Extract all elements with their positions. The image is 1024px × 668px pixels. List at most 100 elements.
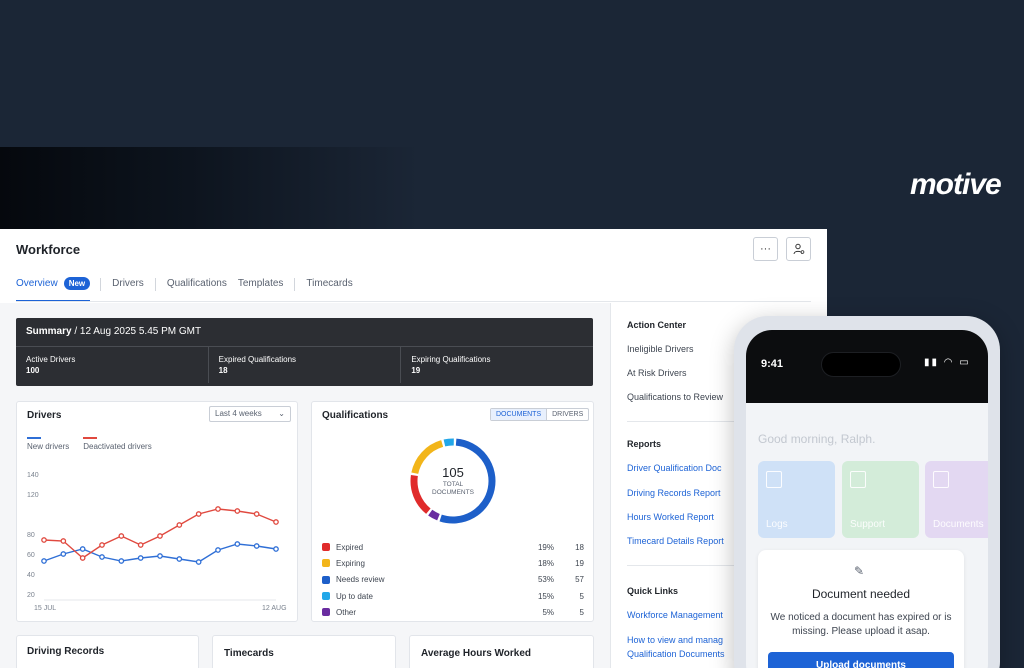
qualification-row[interactable]: Other 5% 5 xyxy=(322,604,584,620)
user-settings-button[interactable] xyxy=(786,237,811,261)
data-point[interactable] xyxy=(99,542,105,548)
summary-timestamp: / 12 Aug 2025 5.45 PM GMT xyxy=(71,326,202,337)
qualification-percent: 5% xyxy=(542,607,554,617)
tab-templates[interactable]: Templates xyxy=(238,278,284,302)
data-point[interactable] xyxy=(60,538,67,544)
tab-drivers[interactable]: Drivers xyxy=(112,278,144,302)
data-point[interactable] xyxy=(273,546,279,552)
report-driving-records[interactable]: Driving Records Report xyxy=(627,486,721,501)
tab-divider xyxy=(294,278,296,291)
document-needed-message: We noticed a document has expired or is … xyxy=(770,612,952,637)
donut-slice[interactable] xyxy=(428,509,440,521)
more-icon: ··· xyxy=(760,243,771,255)
data-point[interactable] xyxy=(118,533,125,539)
tab-overview[interactable]: Overview New xyxy=(16,277,91,302)
y-tick-label: 20 xyxy=(27,592,35,599)
data-point[interactable] xyxy=(41,558,47,564)
stat-expiring-qualifications[interactable]: Expiring Qualifications 19 xyxy=(401,347,593,383)
tile-documents[interactable]: Documents xyxy=(925,461,988,538)
data-point[interactable] xyxy=(60,551,67,557)
qualification-row[interactable]: Expired 19% 18 xyxy=(322,539,584,555)
donut-slice[interactable] xyxy=(443,438,454,447)
stat-value: 19 xyxy=(411,366,421,375)
link-how-to-view[interactable]: How to view and manag xyxy=(627,633,723,648)
data-point[interactable] xyxy=(234,508,241,514)
data-point[interactable] xyxy=(137,542,144,548)
qualification-status: Up to date xyxy=(336,591,373,601)
action-ineligible-drivers[interactable]: Ineligible Drivers xyxy=(627,344,694,354)
driving-records-title: Driving Records xyxy=(27,646,105,657)
phone-status-bar: 9:41 ▮▮ ◠ ▭ xyxy=(746,330,988,403)
driving-records-card[interactable]: Driving Records xyxy=(16,635,199,668)
toggle-documents[interactable]: DOCUMENTS xyxy=(491,409,548,420)
qualification-status: Expired xyxy=(336,542,364,552)
phone-greeting: Good morning, Ralph. xyxy=(758,432,876,446)
average-hours-card[interactable]: Average Hours Worked xyxy=(409,635,594,668)
tile-support[interactable]: Support xyxy=(842,461,919,538)
tile-logs[interactable]: Logs xyxy=(758,461,835,538)
data-point[interactable] xyxy=(79,546,86,552)
stat-value: 100 xyxy=(26,366,40,375)
donut-total-label: DOCUMENTS xyxy=(432,489,475,496)
stat-active-drivers[interactable]: Active Drivers 100 xyxy=(16,347,209,383)
data-point[interactable] xyxy=(195,559,202,565)
page-title: Workforce xyxy=(16,242,81,257)
tab-timecards[interactable]: Timecards xyxy=(306,278,352,302)
tab-qualifications[interactable]: Qualifications xyxy=(167,278,227,302)
data-point[interactable] xyxy=(118,558,125,564)
tab-divider xyxy=(100,278,102,291)
user-gear-icon xyxy=(793,243,804,255)
data-point[interactable] xyxy=(157,533,163,539)
upload-documents-button[interactable]: Upload documents xyxy=(768,652,954,668)
donut-slice[interactable] xyxy=(410,475,431,514)
motive-logo: motive xyxy=(910,168,1002,201)
average-hours-title: Average Hours Worked xyxy=(421,648,532,659)
link-workforce-management[interactable]: Workforce Management xyxy=(627,608,723,623)
qualification-status: Expiring xyxy=(336,558,365,568)
qualification-row[interactable]: Needs review 53% 57 xyxy=(322,572,584,588)
data-point[interactable] xyxy=(253,543,260,549)
x-tick-label: 15 JUL xyxy=(34,605,56,612)
data-point[interactable] xyxy=(41,537,47,543)
x-tick-label: 12 AUG xyxy=(262,605,287,612)
qualification-count: 18 xyxy=(575,542,584,552)
report-driver-qualification[interactable]: Driver Qualification Doc xyxy=(627,461,722,476)
link-qualification-documents[interactable]: Qualification Documents xyxy=(627,647,725,662)
data-point[interactable] xyxy=(253,511,260,517)
data-point[interactable] xyxy=(215,506,221,512)
data-point[interactable] xyxy=(137,555,144,561)
status-swatch xyxy=(322,592,330,601)
report-timecard-details[interactable]: Timecard Details Report xyxy=(627,534,724,549)
stat-expired-qualifications[interactable]: Expired Qualifications 18 xyxy=(209,347,402,383)
data-point[interactable] xyxy=(215,547,221,553)
qualification-percent: 53% xyxy=(537,575,554,585)
action-at-risk-drivers[interactable]: At Risk Drivers xyxy=(627,368,687,378)
data-point[interactable] xyxy=(195,511,202,517)
donut-slice[interactable] xyxy=(411,440,444,475)
data-point[interactable] xyxy=(234,541,241,547)
document-needed-card: ✎ Document needed We noticed a document … xyxy=(758,550,964,668)
data-point[interactable] xyxy=(176,522,183,528)
status-swatch xyxy=(322,575,330,584)
report-hours-worked[interactable]: Hours Worked Report xyxy=(627,510,714,525)
action-qualifications-review[interactable]: Qualifications to Review xyxy=(627,392,723,402)
signal-wifi-battery-icon: ▮▮ ◠ ▭ xyxy=(924,357,971,368)
qualification-count: 5 xyxy=(579,607,584,617)
qualification-row[interactable]: Expiring 18% 19 xyxy=(322,555,584,571)
logs-icon xyxy=(766,471,782,488)
tabs-divider xyxy=(16,301,811,302)
data-point[interactable] xyxy=(157,553,163,559)
timecards-card[interactable]: Timecards xyxy=(212,635,396,668)
tile-label: Documents xyxy=(933,519,984,530)
more-options-button[interactable]: ··· xyxy=(753,237,778,261)
data-point[interactable] xyxy=(176,556,183,562)
data-point[interactable] xyxy=(99,554,105,560)
qualifications-list: Expired 19% 18 Expiring 18% 19 Needs review 53%… xyxy=(322,539,584,620)
data-point[interactable] xyxy=(79,555,86,561)
qualification-row[interactable]: Up to date 15% 5 xyxy=(322,588,584,604)
reports-heading: Reports xyxy=(627,439,662,449)
summary-bar: Summary / 12 Aug 2025 5.45 PM GMT Active… xyxy=(16,318,593,386)
data-point[interactable] xyxy=(273,519,279,525)
toggle-drivers[interactable]: DRIVERS xyxy=(547,409,588,420)
donut-total-label: TOTAL xyxy=(443,481,464,488)
